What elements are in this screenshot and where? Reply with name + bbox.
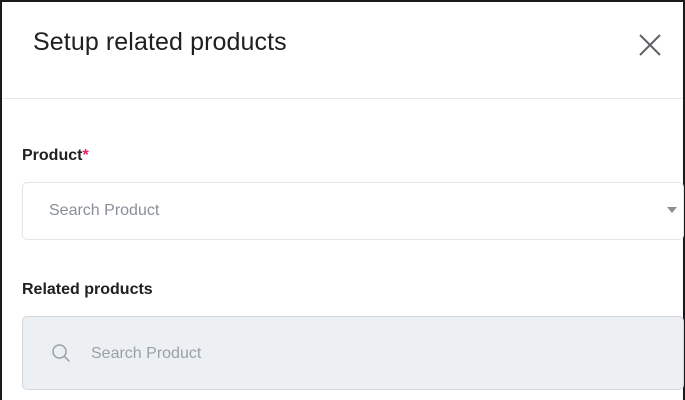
dialog-title: Setup related products: [33, 28, 287, 56]
close-icon: [639, 34, 661, 56]
close-button[interactable]: [637, 32, 663, 58]
required-asterisk: *: [82, 147, 89, 164]
related-products-label: Related products: [22, 281, 153, 298]
related-products-search-input[interactable]: [89, 337, 653, 371]
setup-related-products-dialog: Setup related products Product* Search P…: [0, 0, 685, 400]
product-label: Product*: [22, 147, 89, 165]
product-select[interactable]: Search Product: [22, 182, 684, 240]
search-icon: [52, 344, 70, 362]
chevron-down-icon: [667, 207, 677, 213]
product-label-text: Product: [22, 147, 83, 164]
related-products-search[interactable]: [22, 316, 684, 390]
dialog-header: Setup related products: [2, 2, 683, 99]
product-select-placeholder: Search Product: [49, 202, 160, 219]
